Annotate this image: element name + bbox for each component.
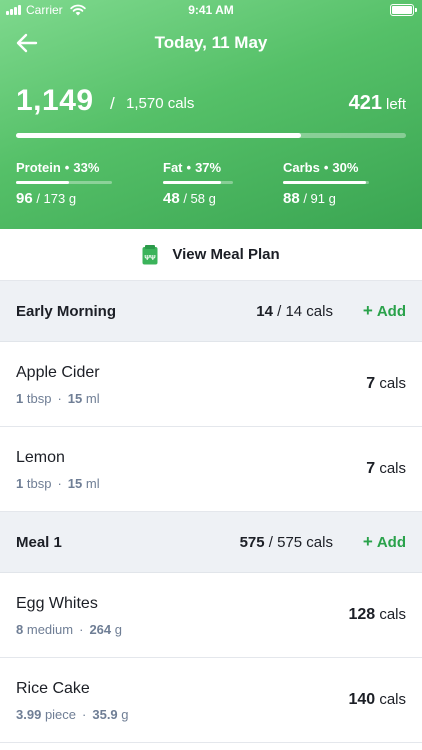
food-item[interactable]: Egg Whites 8 medium · 264 g 128 cals xyxy=(0,573,422,658)
meal-section-header: Meal 1 575 / 575 cals + Add xyxy=(0,512,422,573)
section-cals-target: / 575 cals xyxy=(268,534,333,551)
meal-section-header: Early Morning 14 / 14 cals + Add xyxy=(0,281,422,342)
calories-left: 421 left xyxy=(349,92,406,115)
macro-percent: 33% xyxy=(73,160,100,175)
calorie-progress-fill xyxy=(16,133,301,138)
section-title: Early Morning xyxy=(16,303,117,320)
food-name: Rice Cake xyxy=(16,680,90,697)
plus-icon: + xyxy=(362,532,373,551)
food-calories: 7 cals xyxy=(366,375,406,392)
calories-target: 1,570 cals xyxy=(126,95,195,112)
macro-name: Carbs xyxy=(283,160,320,175)
svg-text:ΨΨ: ΨΨ xyxy=(145,255,157,262)
macro-eaten: 48 xyxy=(163,190,180,207)
food-item[interactable]: Apple Cider 1 tbsp · 15 ml 7 cals xyxy=(0,342,422,427)
food-calories: 128 cals xyxy=(348,606,406,623)
status-time: 9:41 AM xyxy=(188,3,234,17)
food-name: Apple Cider xyxy=(16,364,100,381)
section-calories: 575 / 575 cals xyxy=(240,534,333,551)
calories-left-label: left xyxy=(385,96,406,113)
food-serving: 8 medium · 264 g xyxy=(16,622,123,637)
macro-percent: 37% xyxy=(195,160,222,175)
battery-icon xyxy=(390,4,417,16)
section-calories: 14 / 14 cals xyxy=(256,303,333,320)
food-name: Lemon xyxy=(16,449,65,466)
summary-header: Carrier 9:41 AM Today, 11 May 1,149 / 1,… xyxy=(0,0,422,229)
macro-name: Fat xyxy=(163,160,183,175)
calories-left-value: 421 xyxy=(348,92,382,114)
food-serving: 3.99 piece · 35.9 g xyxy=(16,707,129,722)
macro-progress-bar xyxy=(163,181,233,184)
section-cals-target: / 14 cals xyxy=(277,303,333,320)
section-cals-eaten: 14 xyxy=(256,303,273,320)
macro-fat: Fat • 37% 48 / 58 g xyxy=(163,160,273,207)
food-serving: 1 tbsp · 15 ml xyxy=(16,391,100,406)
food-item[interactable]: Rice Cake 3.99 piece · 35.9 g 140 cals xyxy=(0,658,422,743)
macro-progress-bar xyxy=(283,181,369,184)
view-meal-plan-label: View Meal Plan xyxy=(172,246,280,263)
food-serving: 1 tbsp · 15 ml xyxy=(16,476,100,491)
view-meal-plan-button[interactable]: ΨΨ View Meal Plan xyxy=(0,229,422,281)
macro-target: / 91 g xyxy=(303,191,336,206)
calories-eaten: 1,149 xyxy=(16,84,94,117)
page-title: Today, 11 May xyxy=(154,33,268,52)
calories-separator: / xyxy=(110,94,115,113)
meal-plan-icon: ΨΨ xyxy=(142,244,158,264)
section-title: Meal 1 xyxy=(16,534,62,551)
macro-carbs: Carbs • 30% 88 / 91 g xyxy=(283,160,393,207)
plus-icon: + xyxy=(362,301,373,320)
macro-protein: Protein • 33% 96 / 173 g xyxy=(16,160,126,207)
macro-target: / 173 g xyxy=(36,191,77,206)
food-name: Egg Whites xyxy=(16,595,98,612)
status-bar: Carrier 9:41 AM xyxy=(0,0,422,22)
macro-eaten: 88 xyxy=(283,190,300,207)
food-calories: 7 cals xyxy=(366,460,406,477)
add-food-button[interactable]: + Add xyxy=(363,301,406,321)
macro-name: Protein xyxy=(16,160,61,175)
macro-progress-bar xyxy=(16,181,112,184)
food-item[interactable]: Lemon 1 tbsp · 15 ml 7 cals xyxy=(0,427,422,512)
add-label: Add xyxy=(376,303,406,320)
calorie-summary: 1,149 / 1,570 cals 421 left xyxy=(16,84,406,118)
section-cals-eaten: 575 xyxy=(239,534,265,551)
add-food-button[interactable]: + Add xyxy=(363,532,406,552)
macro-target: / 58 g xyxy=(183,191,216,206)
macro-eaten: 96 xyxy=(16,190,33,207)
calorie-progress-bar xyxy=(16,133,406,138)
macro-percent: 30% xyxy=(332,160,359,175)
add-label: Add xyxy=(376,534,406,551)
food-calories: 140 cals xyxy=(348,691,406,708)
